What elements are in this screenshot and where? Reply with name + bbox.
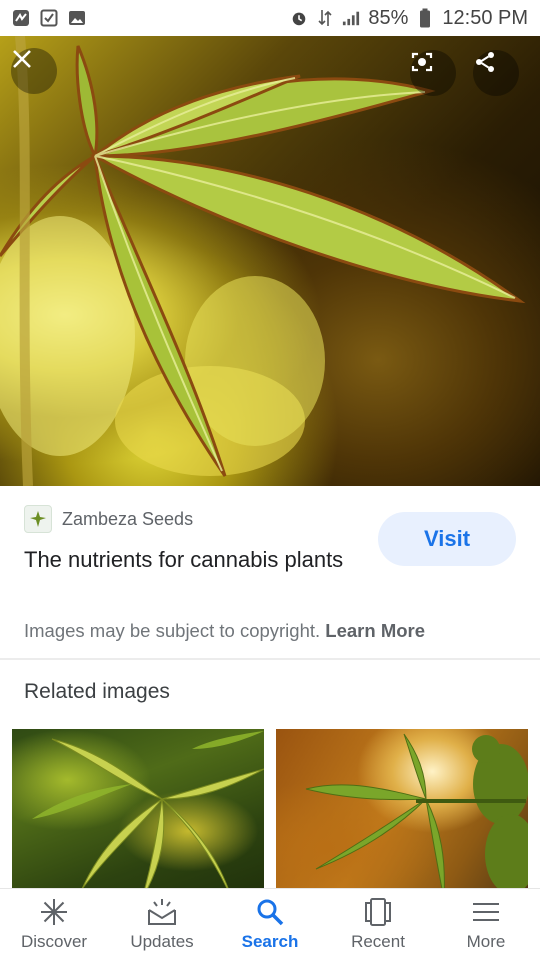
copyright-notice: Images may be subject to copyright. Lear… — [24, 620, 425, 642]
signal-icon — [342, 9, 360, 27]
related-images-heading: Related images — [24, 680, 170, 703]
status-bar: 85% 12:50 PM — [0, 0, 540, 36]
source-row[interactable]: Zambeza Seeds — [24, 505, 193, 533]
related-image-1-illustration — [32, 731, 264, 899]
alarm-icon — [290, 9, 308, 27]
related-image-1[interactable] — [12, 729, 264, 899]
related-image-2-illustration — [305, 733, 528, 899]
lens-button[interactable] — [410, 50, 456, 96]
data-4g-icon — [316, 9, 334, 27]
nav-updates-label: Updates — [130, 932, 194, 951]
nav-updates[interactable]: Updates — [108, 889, 216, 961]
battery-percent: 85% — [368, 6, 409, 29]
nav-discover-label: Discover — [20, 932, 88, 951]
nav-discover[interactable]: Discover — [0, 889, 108, 961]
image-notification-icon — [68, 9, 86, 27]
leaf-illustration — [0, 36, 526, 486]
search-icon — [254, 897, 286, 927]
nav-search[interactable]: Search — [216, 889, 324, 961]
share-button[interactable] — [473, 50, 519, 96]
asterisk-icon — [38, 897, 70, 927]
nav-more[interactable]: More — [432, 889, 540, 961]
app-notification-icon — [12, 9, 30, 27]
source-logo — [24, 505, 52, 533]
source-name: Zambeza Seeds — [62, 508, 194, 529]
nav-more-label: More — [466, 932, 506, 951]
visit-button[interactable]: Visit — [378, 512, 516, 566]
copyright-text: Images may be subject to copyright. — [24, 620, 321, 641]
menu-icon — [470, 897, 502, 927]
related-image-2[interactable] — [276, 729, 528, 899]
close-button[interactable] — [11, 48, 57, 94]
nav-recent[interactable]: Recent — [324, 889, 432, 961]
nav-recent-label: Recent — [351, 932, 405, 951]
bottom-navigation: Discover Updates Search Recent More — [0, 888, 540, 961]
divider — [0, 658, 540, 660]
clock: 12:50 PM — [442, 6, 528, 29]
learn-more-link[interactable]: Learn More — [325, 620, 425, 641]
recent-icon — [362, 897, 394, 927]
result-title[interactable]: The nutrients for cannabis plants — [24, 543, 354, 576]
checkbox-notification-icon — [40, 9, 58, 27]
nav-search-label: Search — [241, 932, 299, 951]
hero-image[interactable] — [0, 36, 540, 486]
battery-icon — [416, 8, 434, 28]
updates-icon — [146, 897, 178, 927]
